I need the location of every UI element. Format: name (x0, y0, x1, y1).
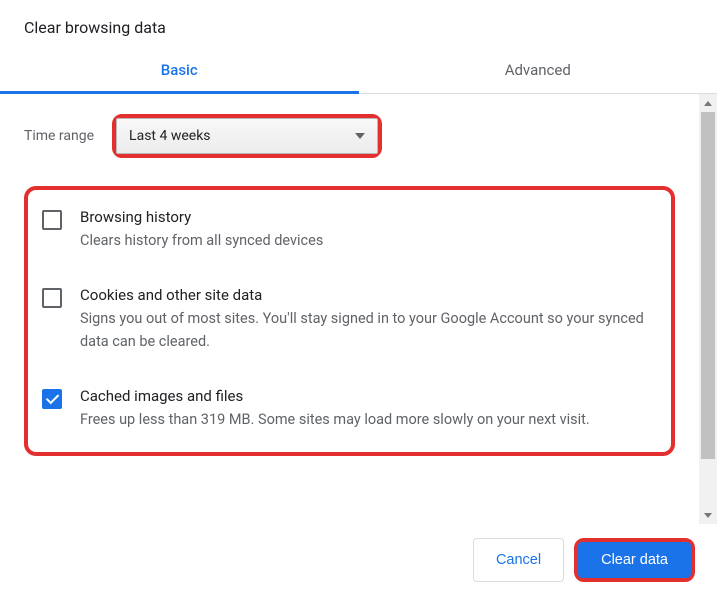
highlight-options: Browsing history Clears history from all… (24, 186, 675, 456)
content-wrapper: Time range Last 4 weeks Browsing history… (0, 94, 717, 524)
scroll-thumb[interactable] (701, 112, 715, 459)
checkbox-cached[interactable] (42, 389, 62, 409)
option-browsing-history: Browsing history Clears history from all… (38, 198, 661, 276)
scrollbar[interactable] (699, 94, 717, 524)
option-desc: Frees up less than 319 MB. Some sites ma… (80, 409, 657, 431)
option-text: Cached images and files Frees up less th… (80, 387, 657, 431)
tabs: Basic Advanced (0, 47, 717, 94)
option-title: Cookies and other site data (80, 286, 657, 304)
option-text: Browsing history Clears history from all… (80, 208, 657, 252)
time-range-select[interactable]: Last 4 weeks (116, 118, 378, 154)
time-range-label: Time range (24, 128, 94, 144)
scroll-up-icon[interactable] (699, 94, 717, 112)
clear-browsing-data-dialog: Clear browsing data Basic Advanced Time … (0, 0, 717, 600)
highlight-clear-button: Clear data (574, 538, 695, 582)
time-range-row: Time range Last 4 weeks (24, 114, 675, 158)
cancel-button[interactable]: Cancel (473, 538, 564, 582)
clear-data-button[interactable]: Clear data (578, 542, 691, 578)
tab-advanced[interactable]: Advanced (359, 47, 717, 93)
checkbox-cookies[interactable] (42, 288, 62, 308)
option-cached: Cached images and files Frees up less th… (38, 377, 661, 437)
highlight-time-range: Last 4 weeks (112, 114, 382, 158)
time-range-value: Last 4 weeks (129, 128, 210, 144)
option-desc: Signs you out of most sites. You'll stay… (80, 308, 657, 353)
scroll-track[interactable] (699, 112, 717, 506)
option-text: Cookies and other site data Signs you ou… (80, 286, 657, 353)
tab-basic[interactable]: Basic (0, 47, 359, 93)
scroll-down-icon[interactable] (699, 506, 717, 524)
option-cookies: Cookies and other site data Signs you ou… (38, 276, 661, 377)
dialog-title: Clear browsing data (0, 0, 717, 47)
checkbox-browsing-history[interactable] (42, 210, 62, 230)
chevron-down-icon (355, 133, 365, 139)
option-title: Browsing history (80, 208, 657, 226)
option-desc: Clears history from all synced devices (80, 230, 657, 252)
content: Time range Last 4 weeks Browsing history… (0, 94, 699, 524)
dialog-footer: Cancel Clear data (0, 524, 717, 600)
option-title: Cached images and files (80, 387, 657, 405)
